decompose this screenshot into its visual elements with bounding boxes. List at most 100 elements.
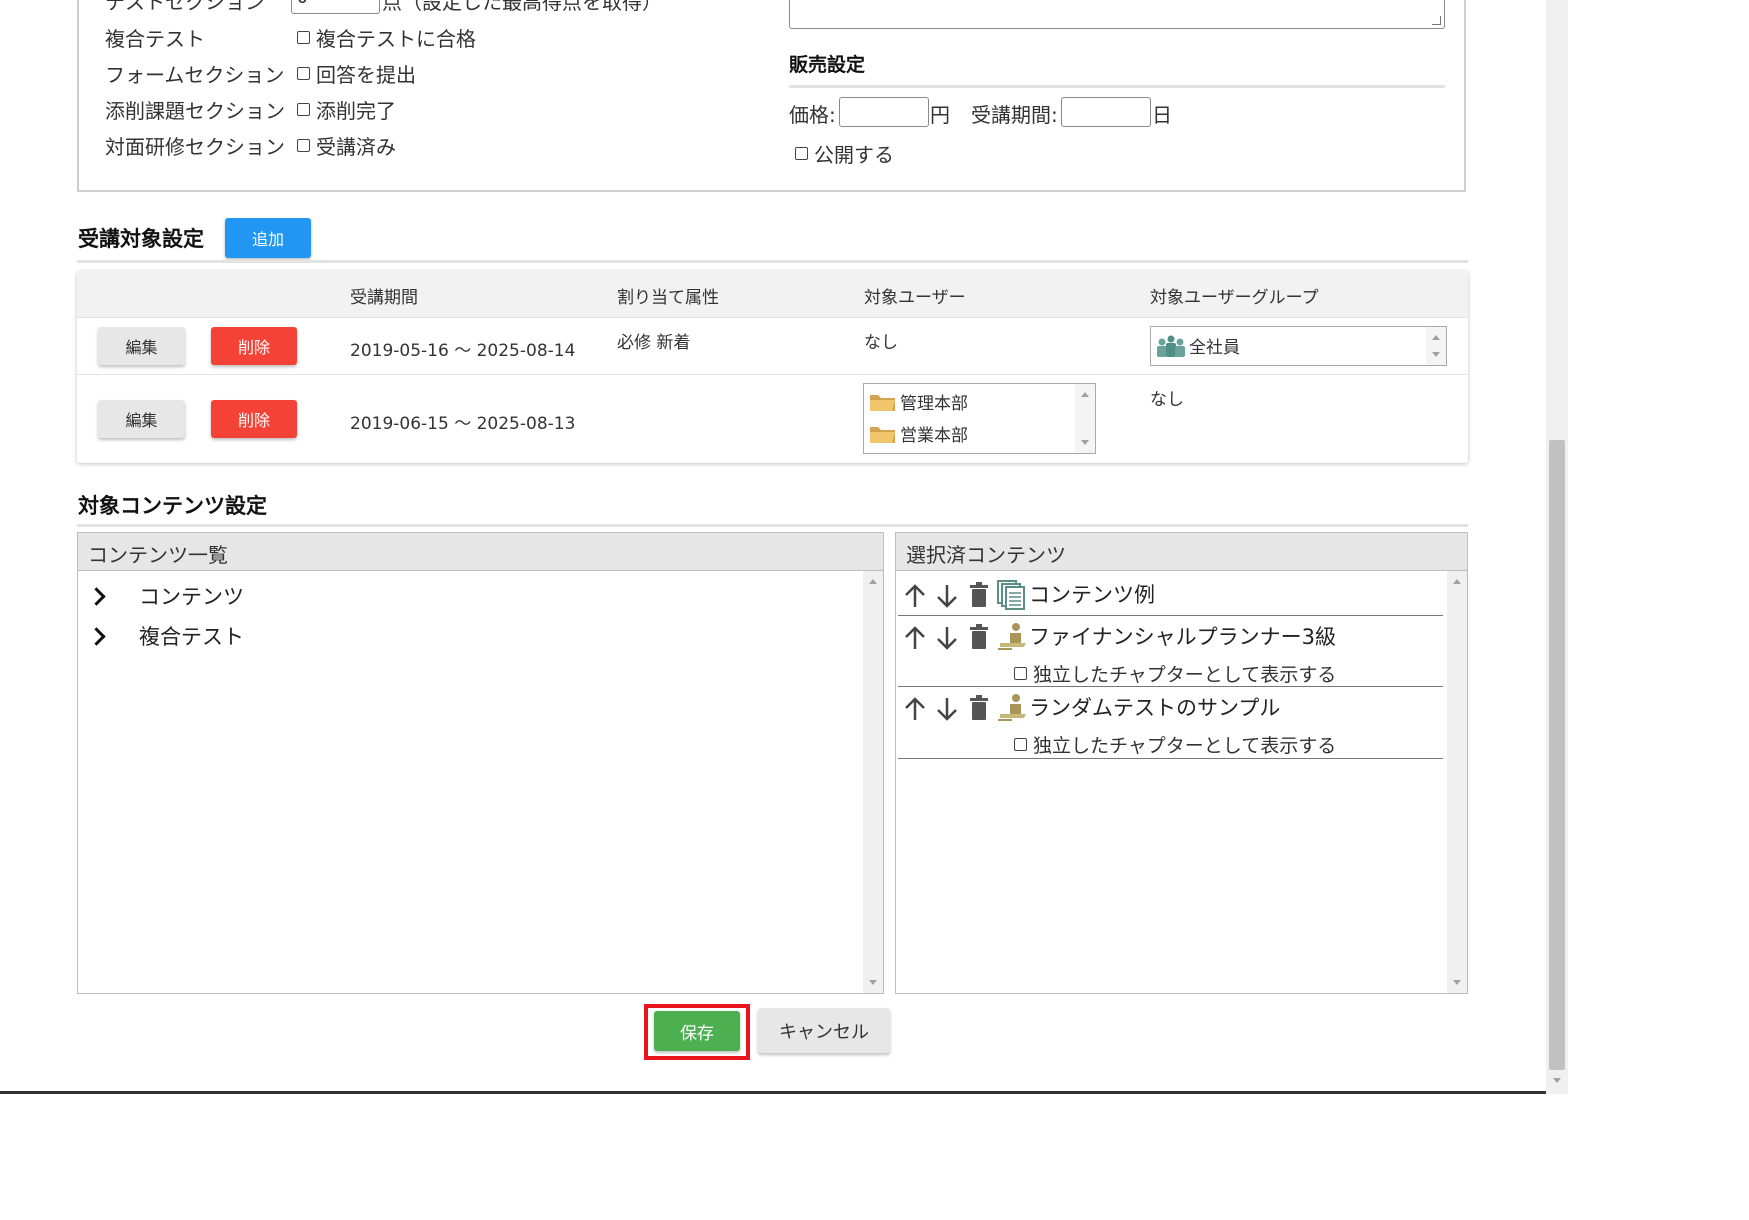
person-desk-icon — [998, 623, 1026, 650]
completion-option-composite[interactable]: 複合テストに合格 — [297, 23, 476, 52]
completion-label-composite: 複合テスト — [105, 27, 205, 51]
selected-contents-scrollbar[interactable] — [1447, 571, 1467, 993]
row-divider — [898, 686, 1443, 687]
checkbox[interactable] — [1014, 667, 1027, 680]
edit-button[interactable]: 編集 — [98, 327, 185, 365]
row-attribute: 必修 新着 — [617, 333, 691, 353]
list-item[interactable]: 営業本部 — [869, 421, 968, 446]
delete-button[interactable]: 削除 — [211, 327, 297, 365]
contents-divider — [77, 524, 1468, 527]
arrow-up-icon[interactable] — [902, 625, 928, 651]
target-title: 受講対象設定 — [78, 227, 204, 251]
selected-item-name: ファイナンシャルプランナー3級 — [1029, 625, 1336, 649]
person-desk-icon — [998, 694, 1026, 721]
chapter-option[interactable]: 独立したチャプターとして表示する — [1014, 660, 1336, 687]
completion-option-form[interactable]: 回答を提出 — [297, 59, 416, 88]
user-listbox[interactable]: 管理本部 営業本部 — [863, 383, 1096, 454]
completion-label-training: 対面研修セクション — [105, 135, 285, 159]
delete-button[interactable]: 削除 — [211, 400, 297, 438]
scroll-down-icon[interactable] — [1432, 352, 1440, 357]
period-label: 受講期間: — [971, 103, 1058, 127]
listbox-scrollbar[interactable] — [1075, 384, 1095, 453]
group-icon — [1157, 335, 1185, 357]
chevron-right-icon[interactable] — [87, 586, 106, 606]
document-stack-icon — [997, 580, 1025, 610]
group-listbox[interactable]: 全社員 — [1150, 326, 1447, 366]
arrow-down-icon[interactable] — [934, 625, 960, 651]
period-input[interactable] — [1061, 97, 1151, 127]
scroll-up-icon[interactable] — [1453, 579, 1461, 584]
arrow-down-icon[interactable] — [934, 583, 960, 609]
row-period: 2019-06-15 ～ 2025-08-13 — [350, 414, 576, 434]
trash-icon[interactable] — [968, 582, 990, 608]
completion-label-assignment: 添削課題セクション — [105, 99, 285, 123]
tree-item[interactable]: コンテンツ — [87, 581, 244, 611]
list-item[interactable]: 管理本部 — [869, 389, 968, 414]
price-label: 価格: — [789, 103, 836, 127]
period-unit: 日 — [1152, 103, 1172, 127]
tree-item[interactable]: 複合テスト — [87, 621, 244, 651]
selected-contents-pane: 選択済コンテンツ コンテンツ例 ファイナンシャルプランナー3級 独立したチャプタ… — [895, 532, 1468, 994]
chapter-option[interactable]: 独立したチャプターとして表示する — [1014, 731, 1336, 758]
price-unit: 円 — [930, 103, 950, 127]
price-input[interactable] — [839, 97, 929, 127]
selected-contents-header: 選択済コンテンツ — [896, 533, 1467, 571]
content-list-pane: コンテンツ一覧 コンテンツ 複合テスト — [77, 532, 884, 994]
target-table: 受講期間 割り当て属性 対象ユーザー 対象ユーザーグループ 編集 削除 2019… — [77, 271, 1468, 463]
page-scrollbar[interactable] — [1546, 0, 1568, 1094]
checkbox[interactable] — [297, 31, 310, 44]
row-divider — [898, 758, 1443, 759]
test-score-input[interactable]: 0 — [291, 0, 380, 14]
test-score-suffix: 点（設定した最高得点を取得） — [382, 0, 662, 14]
arrow-down-icon[interactable] — [934, 696, 960, 722]
resize-handle-icon[interactable] — [1432, 16, 1441, 25]
scroll-up-icon[interactable] — [1081, 392, 1089, 397]
trash-icon[interactable] — [968, 624, 990, 650]
scroll-down-icon[interactable] — [1553, 1078, 1561, 1083]
bottom-border — [0, 1091, 1546, 1094]
test-section-label: テストセクション — [105, 0, 265, 14]
completion-label-form: フォームセクション — [105, 63, 285, 87]
scroll-down-icon[interactable] — [1081, 440, 1089, 445]
checkbox[interactable] — [1014, 738, 1027, 751]
row-period: 2019-05-16 ～ 2025-08-14 — [350, 341, 576, 361]
checkbox[interactable] — [297, 67, 310, 80]
arrow-up-icon[interactable] — [902, 583, 928, 609]
column-header-period: 受講期間 — [350, 288, 418, 308]
scroll-down-icon[interactable] — [869, 980, 877, 985]
selected-item-name: コンテンツ例 — [1029, 583, 1155, 607]
column-header-groups: 対象ユーザーグループ — [1150, 288, 1319, 308]
folder-icon — [870, 426, 895, 443]
completion-option-training[interactable]: 受講済み — [297, 131, 396, 160]
row-users: なし — [864, 333, 898, 353]
selected-item-name: ランダムテストのサンプル — [1029, 696, 1281, 720]
publish-option[interactable]: 公開する — [795, 139, 894, 168]
folder-icon — [870, 394, 895, 411]
sales-divider — [789, 85, 1445, 88]
scroll-up-icon[interactable] — [1432, 335, 1440, 340]
scroll-up-icon[interactable] — [869, 579, 877, 584]
checkbox[interactable] — [297, 139, 310, 152]
list-item[interactable]: 全社員 — [1155, 333, 1240, 358]
contents-title: 対象コンテンツ設定 — [78, 494, 267, 518]
checkbox[interactable] — [297, 103, 310, 116]
save-button[interactable]: 保存 — [654, 1011, 740, 1051]
trash-icon[interactable] — [968, 695, 990, 721]
page-scrollbar-thumb[interactable] — [1549, 440, 1565, 1070]
completion-option-assignment[interactable]: 添削完了 — [297, 95, 396, 124]
scroll-down-icon[interactable] — [1453, 980, 1461, 985]
listbox-scrollbar[interactable] — [1426, 327, 1446, 365]
table-header: 受講期間 割り当て属性 対象ユーザー 対象ユーザーグループ — [77, 271, 1468, 318]
checkbox[interactable] — [795, 147, 808, 160]
chevron-right-icon[interactable] — [87, 626, 106, 646]
arrow-up-icon[interactable] — [902, 696, 928, 722]
description-textarea[interactable] — [789, 0, 1445, 29]
content-list-scrollbar[interactable] — [863, 571, 883, 993]
row-divider — [898, 615, 1443, 616]
add-target-button[interactable]: 追加 — [225, 218, 311, 258]
content-list-header: コンテンツ一覧 — [78, 533, 883, 571]
column-header-users: 対象ユーザー — [864, 288, 966, 308]
edit-button[interactable]: 編集 — [98, 400, 185, 438]
row-groups: なし — [1150, 390, 1184, 410]
cancel-button[interactable]: キャンセル — [758, 1008, 890, 1053]
